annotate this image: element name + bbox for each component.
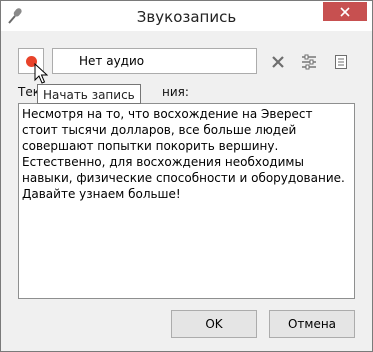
title-bar: Звукозапись [1, 1, 372, 31]
cancel-button[interactable]: Отмена [269, 310, 355, 338]
audio-file-field[interactable]: Нет аудио [52, 48, 257, 74]
audio-settings-icon [302, 54, 316, 70]
tooltip: Начать запись [37, 84, 141, 104]
audio-settings-button[interactable] [300, 53, 318, 71]
notes-button[interactable] [332, 53, 350, 71]
notes-icon [335, 55, 347, 69]
clear-icon [272, 56, 284, 68]
window-title: Звукозапись [136, 8, 237, 26]
clear-button[interactable] [269, 53, 287, 71]
close-icon [340, 6, 350, 17]
text-label-suffix: ния: [161, 85, 189, 99]
audio-record-dialog: Звукозапись Нет аудио Тек ния: Несмотря … [0, 0, 373, 352]
close-button[interactable] [323, 2, 367, 21]
mouse-cursor-icon [34, 62, 49, 85]
ok-button[interactable]: OK [171, 310, 257, 338]
text-editor[interactable]: Несмотря на то, что восхождение на Эвере… [18, 103, 355, 299]
